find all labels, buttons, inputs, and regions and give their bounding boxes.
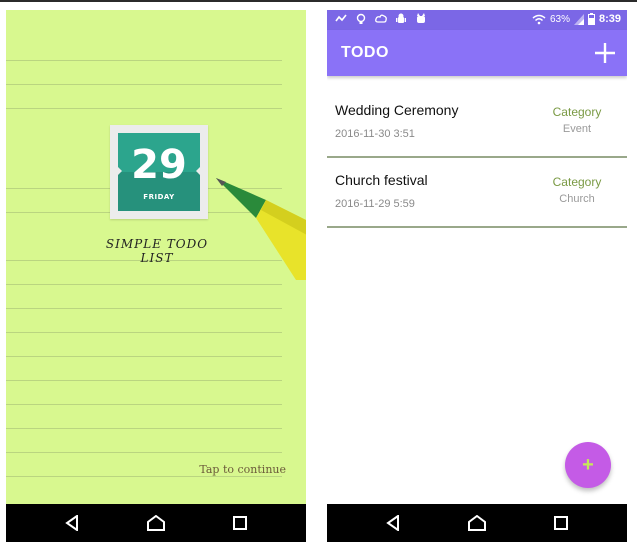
cloud-sync-icon [375, 14, 387, 23]
list-item[interactable]: Wedding Ceremony 2016-11-30 3:51 Categor… [327, 88, 627, 158]
calendar-weekday: FRIDAY [143, 193, 175, 201]
category-value: Church [559, 193, 595, 205]
plus-icon: + [582, 454, 594, 476]
tap-to-continue[interactable]: Tap to continue [199, 463, 286, 476]
recents-icon[interactable] [551, 513, 571, 533]
notebook-line [6, 356, 282, 357]
category-value: Event [562, 123, 592, 135]
calendar-face: 29 FRIDAY [117, 133, 201, 211]
list-item[interactable]: Church festival 2016-11-29 5:59 Category… [327, 158, 627, 228]
notebook-line [6, 84, 282, 85]
notebook-line [6, 404, 282, 405]
wifi-icon [532, 14, 546, 24]
add-fab-button[interactable]: + [565, 442, 611, 488]
splash-screen[interactable]: 29 FRIDAY SIMPLE TODO LIST Tap to contin… [6, 10, 306, 542]
notebook-line [6, 332, 282, 333]
category-label: Category [552, 105, 602, 119]
status-bar: 63% 8:39 [327, 10, 627, 30]
todo-title: Wedding Ceremony [335, 102, 459, 118]
app-bar: TODO [327, 30, 627, 76]
todo-list: Wedding Ceremony 2016-11-30 3:51 Categor… [327, 88, 627, 228]
notebook-line [6, 452, 282, 453]
back-icon[interactable] [62, 513, 82, 533]
cell-signal-icon [573, 13, 584, 25]
category-label: Category [552, 175, 602, 189]
notebook-line [6, 380, 282, 381]
back-icon[interactable] [383, 513, 403, 533]
todo-list-screen: 63% 8:39 TODO Wedding Ceremony 2016-11-3… [327, 10, 627, 542]
notebook-line [6, 60, 282, 61]
notebook-line [6, 284, 282, 285]
splash-background[interactable]: 29 FRIDAY SIMPLE TODO LIST Tap to contin… [6, 10, 306, 504]
navigation-bar [327, 504, 627, 542]
recents-icon[interactable] [230, 513, 250, 533]
app-bar-title: TODO [341, 44, 389, 61]
android-icon [396, 13, 406, 23]
notebook-line [6, 476, 282, 477]
app-title: SIMPLE TODO LIST [105, 237, 209, 265]
navigation-bar [6, 504, 306, 542]
top-border [0, 0, 637, 2]
todo-date: 2016-11-29 5:59 [335, 198, 415, 210]
signal-check-icon [335, 14, 347, 22]
clock: 8:39 [598, 13, 621, 25]
home-icon[interactable] [146, 513, 166, 533]
battery-icon [587, 13, 595, 25]
add-todo-button[interactable] [593, 41, 617, 65]
calendar-day-number: 29 [131, 142, 187, 188]
notebook-line [6, 308, 282, 309]
battery-percent: 63% [549, 13, 570, 25]
home-icon[interactable] [467, 513, 487, 533]
notebook-line [6, 108, 282, 109]
calendar-logo: 29 FRIDAY [110, 125, 208, 219]
cat-icon [417, 13, 425, 23]
lightbulb-icon [356, 13, 366, 24]
todo-date: 2016-11-30 3:51 [335, 128, 415, 140]
notebook-line [6, 428, 282, 429]
todo-title: Church festival [335, 172, 428, 188]
